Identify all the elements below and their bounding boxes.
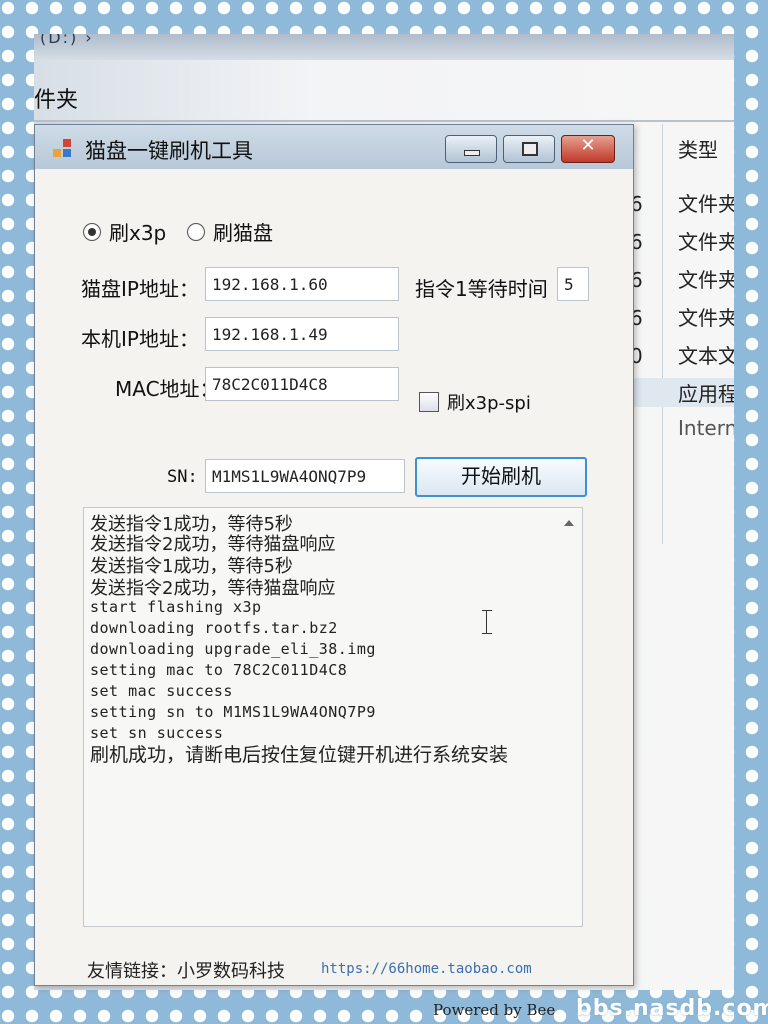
window-body: 刷x3p 刷猫盘 猫盘IP地址： 192.168.1.60 指令1等待时间 5 …: [35, 169, 633, 1019]
wait-time-field[interactable]: 5: [557, 267, 589, 301]
maximize-button[interactable]: [503, 135, 555, 163]
log-output[interactable]: 发送指令1成功，等待5秒 发送指令2成功，等待猫盘响应 发送指令1成功，等待5秒…: [83, 507, 583, 927]
close-button[interactable]: ✕: [561, 135, 615, 163]
mac-label: MAC地址：: [115, 377, 220, 401]
list-item[interactable]: 6 文件夹: [630, 302, 734, 331]
log-line: 发送指令2成功，等待猫盘响应: [90, 578, 336, 599]
log-line: set mac success: [90, 682, 233, 700]
explorer-breadcrumb: (D:) ›: [40, 34, 94, 47]
spi-checkbox[interactable]: 刷x3p-spi: [419, 389, 531, 415]
sn-field[interactable]: M1MS1L9WA4ONQ7P9: [205, 459, 405, 493]
list-item[interactable]: 应用程: [630, 378, 734, 407]
radio-flash-x3p[interactable]: 刷x3p: [83, 217, 166, 246]
log-line: 刷机成功，请断电后按住复位键开机进行系统安装: [90, 744, 509, 766]
radio-label: 刷x3p: [109, 221, 167, 245]
type-column-header[interactable]: 类型: [678, 134, 718, 163]
radio-label: 刷猫盘: [213, 221, 273, 245]
cat-ip-label: 猫盘IP地址：: [81, 277, 199, 301]
spi-checkbox-label: 刷x3p-spi: [447, 393, 531, 414]
log-line: downloading upgrade_eli_38.img: [90, 640, 376, 658]
window-title: 猫盘一键刷机工具: [85, 139, 253, 163]
close-icon: ✕: [580, 135, 596, 156]
wait-time-label: 指令1等待时间: [415, 277, 548, 301]
powered-by-text: Powered by Bee: [433, 1001, 556, 1019]
minimize-button[interactable]: [445, 135, 497, 163]
log-line: start flashing x3p: [90, 598, 262, 616]
mac-field[interactable]: 78C2C011D4C8: [205, 367, 399, 401]
log-line: setting mac to 78C2C011D4C8: [90, 661, 348, 679]
local-ip-field[interactable]: 192.168.1.49: [205, 317, 399, 351]
radio-unchecked-icon: [187, 222, 205, 241]
list-item[interactable]: 6 文件夹: [630, 264, 734, 293]
scroll-up-icon[interactable]: [564, 520, 574, 526]
start-flash-button[interactable]: 开始刷机: [415, 457, 587, 497]
sn-label: SN:: [167, 467, 198, 487]
local-ip-label: 本机IP地址：: [81, 327, 199, 351]
maximize-icon: [522, 142, 538, 156]
app-icon: [53, 139, 73, 159]
explorer-address-bar: (D:) ›: [34, 34, 734, 60]
minimize-icon: [464, 150, 480, 156]
list-item[interactable]: 6 文件夹: [630, 226, 734, 255]
list-item[interactable]: 0 文本文: [630, 340, 734, 369]
checkbox-icon: [419, 392, 439, 412]
explorer-folder-label: 件夹: [34, 88, 79, 113]
radio-checked-icon: [83, 222, 101, 241]
site-watermark: bbs.nasdb.com: [576, 996, 768, 1021]
friend-link[interactable]: https://66home.taobao.com: [321, 961, 532, 977]
text-cursor-icon: [482, 610, 497, 634]
column-divider: [662, 124, 663, 544]
log-line: downloading rootfs.tar.bz2: [90, 619, 338, 637]
title-bar[interactable]: 猫盘一键刷机工具 ✕: [35, 125, 633, 169]
friend-link-label: 友情链接：小罗数码科技: [87, 961, 285, 982]
list-item[interactable]: Intern: [630, 416, 734, 440]
explorer-divider: [34, 120, 734, 122]
flash-tool-window: 猫盘一键刷机工具 ✕ 刷x3p 刷猫盘 猫盘IP地址： 192.168.1.60…: [34, 124, 634, 1019]
cat-ip-field[interactable]: 192.168.1.60: [205, 267, 399, 301]
log-line: setting sn to M1MS1L9WA4ONQ7P9: [90, 703, 376, 721]
radio-flash-catdisk[interactable]: 刷猫盘: [187, 217, 273, 246]
list-item[interactable]: 6 文件夹: [630, 188, 734, 217]
